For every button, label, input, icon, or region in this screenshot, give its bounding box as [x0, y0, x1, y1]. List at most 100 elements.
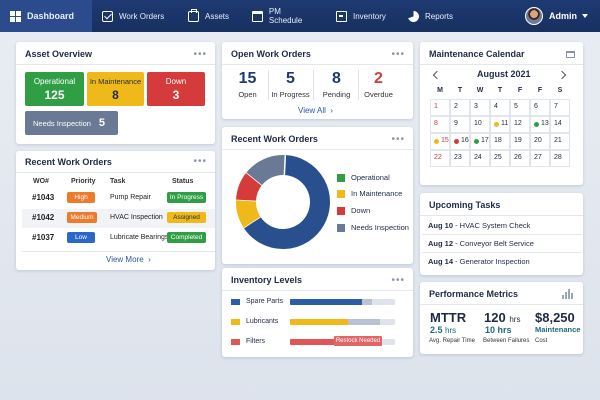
nav-inventory[interactable]: Inventory	[326, 0, 398, 32]
card-title: Asset Overview	[25, 49, 93, 59]
kpi-label: Pending	[322, 90, 351, 99]
donut-slice-needs-inspection	[246, 155, 286, 186]
nav-dashboard[interactable]: Dashboard	[0, 0, 92, 32]
calendar-day-number: 1	[434, 103, 438, 110]
calendar-day[interactable]: 12	[510, 116, 530, 133]
calendar-day[interactable]: 17	[470, 133, 490, 150]
calendar-day[interactable]: 9	[450, 116, 470, 133]
calendar-day-number: 26	[514, 154, 522, 161]
view-more-label: View More	[106, 255, 144, 264]
status-down[interactable]: Down 3	[147, 72, 205, 106]
calendar-day[interactable]: 4	[490, 99, 510, 116]
more-icon[interactable]: •••	[391, 275, 405, 286]
kpi-value: 8	[332, 70, 341, 87]
calendar-day[interactable]: 23	[450, 150, 470, 167]
more-icon[interactable]: •••	[391, 49, 405, 60]
legend-label: Operational	[351, 173, 390, 182]
nav-work-orders[interactable]: Work Orders	[92, 0, 178, 32]
more-icon[interactable]: •••	[193, 49, 207, 60]
calendar-day[interactable]: 7	[550, 99, 570, 116]
chevron-right-icon: ›	[145, 255, 151, 264]
view-all-link[interactable]: View All ›	[298, 106, 333, 115]
calendar-day[interactable]: 18	[490, 133, 510, 150]
calendar-day[interactable]: 5	[510, 99, 530, 116]
table-row[interactable]: #1042 Medium HVAC Inspection Assigned	[22, 209, 215, 228]
kpi-in-progress[interactable]: 5 In Progress	[268, 70, 313, 99]
more-icon[interactable]: •••	[391, 134, 405, 145]
table-row[interactable]: #1037 Low Lubricate Bearings Completed	[22, 229, 215, 248]
calendar-day[interactable]: 24	[470, 150, 490, 167]
task-item[interactable]: Aug 14 - Generator Inspection	[428, 257, 530, 266]
task-item[interactable]: Aug 10 - HVAC System Check	[428, 221, 530, 230]
calendar-day[interactable]: 25	[490, 150, 510, 167]
legend-item: Down	[337, 206, 370, 215]
table-row[interactable]: #1043 High Pump Repair In Progress	[22, 189, 215, 208]
task-item[interactable]: Aug 12 - Conveyor Belt Service	[428, 239, 534, 248]
inventory-item: Lubricants	[231, 318, 278, 325]
status-badge: Completed	[167, 232, 206, 243]
calendar-day[interactable]: 11	[490, 116, 510, 133]
calendar-day[interactable]: 13	[530, 116, 550, 133]
inventory-label: Filters	[246, 338, 266, 345]
calendar-day[interactable]: 15	[430, 133, 450, 150]
status-maintenance[interactable]: In Maintenance 8	[87, 72, 144, 106]
kpi-open[interactable]: 15 Open	[225, 70, 270, 99]
mtbf-caption: Between Failures	[483, 338, 530, 344]
calendar-day[interactable]: 14	[550, 116, 570, 133]
divider	[422, 234, 582, 235]
inventory-item: Spare Parts	[231, 298, 283, 305]
chevron-right-icon: ›	[328, 106, 333, 115]
nav-assets[interactable]: Assets	[178, 0, 242, 32]
calendar-day[interactable]: 10	[470, 116, 490, 133]
mttr-caption: Avg. Repair Time	[429, 338, 475, 344]
cost-value: $8,250	[535, 310, 575, 325]
kpi-pending[interactable]: 8 Pending	[314, 70, 359, 99]
kpi-overdue[interactable]: 2 Overdue	[356, 70, 401, 99]
calendar-day-number: 9	[454, 120, 458, 127]
inventory-bar-fill	[290, 299, 366, 305]
calendar-day[interactable]: 19	[510, 133, 530, 150]
inventory-label: Lubricants	[246, 318, 279, 325]
calendar-day[interactable]: 16	[450, 133, 470, 150]
legend-item: Operational	[337, 173, 390, 182]
calendar-day[interactable]: 2	[450, 99, 470, 116]
task-name: HVAC Inspection	[110, 214, 163, 221]
calendar-day[interactable]: 8	[430, 116, 450, 133]
nav-pm-schedule[interactable]: PM Schedule	[242, 0, 326, 32]
more-icon[interactable]: •••	[193, 156, 207, 167]
calendar-day[interactable]: 28	[550, 150, 570, 167]
mttr-unit: hrs	[445, 326, 457, 335]
inventory-bar-fill	[290, 319, 348, 325]
view-more-link[interactable]: View More ›	[106, 255, 151, 264]
calendar-day[interactable]: 6	[530, 99, 550, 116]
status-operational[interactable]: Operational 125	[25, 72, 84, 106]
task-text: - Generator Inspection	[453, 257, 530, 266]
calendar-day-number: 23	[454, 154, 462, 161]
calendar-day[interactable]: 20	[530, 133, 550, 150]
window-icon[interactable]	[566, 51, 575, 58]
nav-pm-schedule-label: PM Schedule	[268, 7, 303, 25]
calendar-day[interactable]: 1	[430, 99, 450, 116]
divider	[420, 215, 583, 216]
nav-reports[interactable]: Reports	[398, 0, 466, 32]
calendar-day-number: 15	[441, 137, 449, 144]
status-needs-inspection[interactable]: Needs Inspection 5	[25, 111, 118, 135]
calendar-day-number: 20	[534, 137, 542, 144]
calendar-day[interactable]: 3	[470, 99, 490, 116]
user-name: Admin	[549, 11, 577, 21]
calendar-day-number: 22	[434, 154, 442, 161]
calendar-day-number: 21	[554, 137, 562, 144]
user-menu[interactable]: Admin	[525, 7, 600, 25]
calendar-day[interactable]: 27	[530, 150, 550, 167]
col-header-task: Task	[110, 178, 126, 185]
calendar-day[interactable]: 22	[430, 150, 450, 167]
calendar-day[interactable]: 26	[510, 150, 530, 167]
priority-badge: Medium	[67, 212, 97, 223]
card-title: Maintenance Calendar	[429, 49, 525, 59]
kpi-label: In Progress	[271, 90, 310, 99]
mtbf-value: 120 hrs	[484, 310, 520, 325]
inventory-swatch	[231, 318, 240, 325]
calendar-day[interactable]: 21	[550, 133, 570, 150]
event-dot-icon	[434, 139, 439, 144]
event-dot-icon	[494, 122, 499, 127]
